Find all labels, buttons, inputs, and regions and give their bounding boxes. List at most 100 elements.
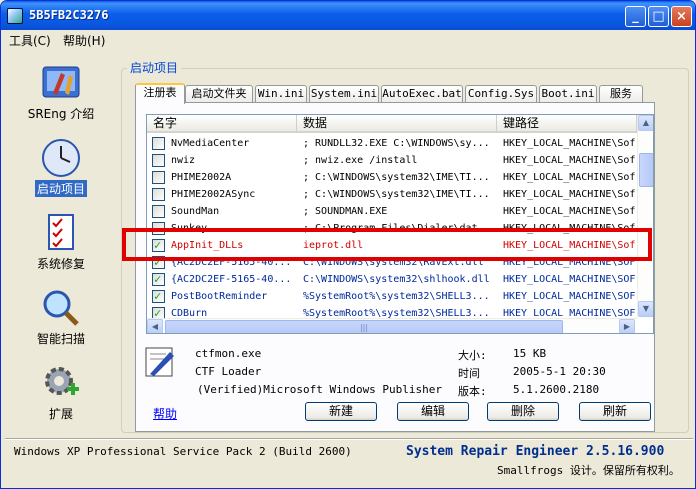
startup-list[interactable]: 名字 数据 键路径 NvMediaCenter ; RUNDLL32.EXE C:… xyxy=(146,114,654,334)
minimize-button[interactable]: _ xyxy=(625,6,646,27)
row-data: %SystemRoot%\system32\SHELL3... xyxy=(303,291,490,302)
scroll-right-button[interactable]: ▶ xyxy=(619,319,635,333)
app-icon xyxy=(7,8,23,24)
tab-config-sys[interactable]: Config.Sys xyxy=(465,85,537,103)
horizontal-scroll-thumb[interactable]: ||| xyxy=(165,320,563,333)
app-window: 5B5FB2C3276 _ □ × 工具(C) 帮助(H) SREng 介绍 启… xyxy=(0,0,696,489)
row-name: SoundMan xyxy=(171,206,220,217)
scroll-left-button[interactable]: ◀ xyxy=(147,319,163,333)
row-checkbox[interactable] xyxy=(152,154,165,167)
row-name: NvMediaCenter xyxy=(171,138,250,149)
row-data: ; C:\WINDOWS\system32\IME\TI... xyxy=(303,172,490,183)
row-data: ; RUNDLL32.EXE C:\WINDOWS\sy... xyxy=(303,138,490,149)
row-checkbox[interactable] xyxy=(152,171,165,184)
row-checkbox[interactable] xyxy=(152,137,165,150)
detail-version-label: 版本: xyxy=(458,385,487,398)
row-path: HKEY_LOCAL_MACHINE\SOF xyxy=(503,291,636,302)
row-path: HKEY_LOCAL_MACHINE\Sof xyxy=(503,206,636,217)
nav-extensions[interactable]: 扩展 xyxy=(11,363,111,422)
tab-services[interactable]: 服务 xyxy=(599,85,643,103)
highlight-box xyxy=(122,228,652,261)
tab-startup-folder[interactable]: 启动文件夹 xyxy=(185,85,253,103)
vertical-scroll-thumb[interactable] xyxy=(639,153,653,187)
help-link[interactable]: 帮助 xyxy=(153,405,177,422)
tab-system-ini[interactable]: System.ini xyxy=(309,85,379,103)
nav-label: 启动项目 xyxy=(34,180,87,197)
delete-button[interactable]: 删除 xyxy=(487,402,559,421)
nav-system-repair[interactable]: 系统修复 xyxy=(11,213,111,272)
row-name: PostBootReminder xyxy=(171,291,268,302)
magnifier-icon xyxy=(43,290,79,326)
horizontal-scrollbar[interactable]: ◀ ||| ▶ xyxy=(147,318,637,333)
row-path: HKEY_LOCAL_MACHINE\Sof xyxy=(503,172,636,183)
nav-sreng-intro[interactable]: SREng 介绍 xyxy=(11,63,111,122)
checklist-icon xyxy=(48,214,74,250)
nav-label: 扩展 xyxy=(48,407,73,421)
list-item[interactable]: PostBootReminder %SystemRoot%\system32\SH… xyxy=(147,288,637,305)
refresh-button[interactable]: 刷新 xyxy=(579,402,651,421)
row-data: C:\WINDOWS\system32\shlhook.dll xyxy=(303,274,490,285)
detail-description: CTF Loader xyxy=(195,365,262,378)
group-title: 启动项目 xyxy=(127,59,182,76)
edit-button[interactable]: 编辑 xyxy=(397,402,469,421)
list-item[interactable]: NvMediaCenter ; RUNDLL32.EXE C:\WINDOWS\s… xyxy=(147,135,637,152)
scroll-down-button[interactable]: ▼ xyxy=(638,301,653,317)
list-item[interactable]: PHIME2002A ; C:\WINDOWS\system32\IME\TI..… xyxy=(147,169,637,186)
new-button[interactable]: 新建 xyxy=(305,402,377,421)
row-name: nwiz xyxy=(171,155,196,166)
gear-plus-icon xyxy=(45,367,79,395)
nav-label: 系统修复 xyxy=(36,257,85,271)
tab-autoexec-bat[interactable]: AutoExec.bat xyxy=(381,85,463,103)
tab-boot-ini[interactable]: Boot.ini xyxy=(539,85,597,103)
nav-label: SREng 介绍 xyxy=(27,107,95,121)
row-checkbox[interactable] xyxy=(152,188,165,201)
row-checkbox[interactable] xyxy=(152,288,165,305)
list-item[interactable]: PHIME2002ASync ; C:\WINDOWS\system32\IME\… xyxy=(147,186,637,203)
row-name: PHIME2002A xyxy=(171,172,232,183)
os-version-text: Windows XP Professional Service Pack 2 (… xyxy=(14,445,352,458)
detail-version-value: 5.1.2600.2180 xyxy=(513,383,600,396)
column-header-path[interactable]: 键路径 xyxy=(497,115,637,133)
list-item[interactable]: nwiz ; nwiz.exe /install HKEY_LOCAL_MACHIN… xyxy=(147,152,637,169)
list-item[interactable]: {AC2DC2EF-5165-40... C:\WINDOWS\system32\… xyxy=(147,271,637,288)
product-name: System Repair Engineer 2.5.16.900 xyxy=(406,444,665,459)
row-name: PHIME2002ASync xyxy=(171,189,256,200)
detail-file-name: ctfmon.exe xyxy=(195,347,262,360)
row-path: HKEY_LOCAL_MACHINE\Sof xyxy=(503,155,636,166)
row-name: {AC2DC2EF-5165-40... xyxy=(171,274,292,285)
detail-size-label: 大小: xyxy=(458,349,487,362)
row-path: HKEY_LOCAL_MACHINE\Sof xyxy=(503,189,636,200)
title-bar[interactable]: 5B5FB2C3276 _ □ × xyxy=(1,1,695,30)
row-path: HKEY_LOCAL_MACHINE\Sof xyxy=(503,138,636,149)
row-checkbox[interactable] xyxy=(152,205,165,218)
tab-win-ini[interactable]: Win.ini xyxy=(255,85,307,103)
file-edit-icon xyxy=(145,347,174,377)
row-data: ; C:\WINDOWS\system32\IME\TI... xyxy=(303,189,490,200)
maximize-button[interactable]: □ xyxy=(648,6,669,27)
close-button[interactable]: × xyxy=(671,6,692,27)
column-header-data[interactable]: 数据 xyxy=(297,115,497,133)
vertical-scrollbar[interactable]: ▲ ▼ xyxy=(637,115,653,318)
nav-smart-scan[interactable]: 智能扫描 xyxy=(11,288,111,347)
nav-startup-items[interactable]: 启动项目 xyxy=(11,138,111,197)
copyright-text: Smallfrogs 设计。保留所有权利。 xyxy=(497,464,680,477)
menu-tools[interactable]: 工具(C) xyxy=(9,32,51,49)
row-data: ; nwiz.exe /install xyxy=(303,155,418,166)
row-data: ; SOUNDMAN.EXE xyxy=(303,206,388,217)
detail-time-value: 2005-5-1 20:30 xyxy=(513,365,606,378)
menu-bar: 工具(C) 帮助(H) xyxy=(1,30,695,50)
scroll-up-button[interactable]: ▲ xyxy=(638,115,653,131)
tools-icon xyxy=(42,66,80,98)
tab-registry[interactable]: 注册表 xyxy=(135,83,185,104)
menu-help[interactable]: 帮助(H) xyxy=(63,32,105,49)
status-separator xyxy=(5,438,693,440)
detail-size-value: 15 KB xyxy=(513,347,547,360)
row-checkbox[interactable] xyxy=(152,271,165,288)
column-header-name[interactable]: 名字 xyxy=(147,115,297,133)
clock-icon xyxy=(42,139,80,177)
window-title: 5B5FB2C3276 xyxy=(29,8,109,22)
detail-publisher: (Verified)Microsoft Windows Publisher xyxy=(197,383,443,396)
detail-time-label: 时间 xyxy=(458,367,480,380)
list-item[interactable]: SoundMan ; SOUNDMAN.EXE HKEY_LOCAL_MACHINE… xyxy=(147,203,637,220)
nav-label: 智能扫描 xyxy=(36,332,85,346)
